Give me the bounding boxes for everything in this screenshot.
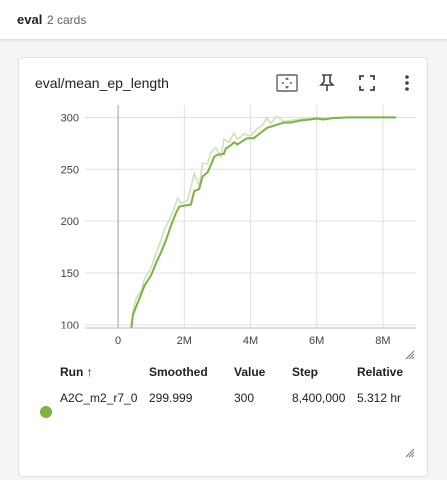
column-header-step[interactable]: Step	[292, 365, 318, 379]
raw-series-line	[130, 115, 397, 328]
smoothed-value: 299.999	[149, 391, 193, 405]
card-resize-handle-icon[interactable]	[405, 448, 415, 458]
step-value: 8,400,000	[292, 391, 346, 405]
scalar-card: eval/mean_ep_length 100 150 200 250 300 0 2M 4M…	[18, 57, 428, 477]
line-chart[interactable]: 1001502002503000 2M 4M 6M 8M	[19, 58, 429, 348]
smoothed-series-line	[130, 116, 397, 328]
x-tick-label: 0	[115, 335, 121, 347]
run-color-dot[interactable]	[40, 406, 52, 418]
chart-resize-handle-icon[interactable]	[405, 350, 415, 360]
group-title: eval	[17, 12, 43, 27]
y-tick-label: 150	[61, 268, 79, 280]
run-name: A2C_m2_r7_0	[60, 391, 138, 405]
group-header[interactable]: eval 2 cards	[0, 0, 447, 40]
x-tick-label: 6M	[309, 335, 324, 347]
column-header-relative[interactable]: Relative	[357, 365, 403, 379]
group-card-count: 2 cards	[47, 13, 87, 27]
y-tick-label: 200	[61, 216, 79, 228]
label-mask	[45, 328, 85, 335]
column-header-smoothed[interactable]: Smoothed	[149, 365, 208, 379]
x-tick-label: 4M	[243, 335, 258, 347]
column-header-value[interactable]: Value	[234, 365, 265, 379]
y-tick-label: 250	[61, 164, 79, 176]
x-tick-label: 2M	[177, 335, 192, 347]
relative-time-value: 5.312 hr	[357, 391, 402, 405]
y-tick-label: 300	[61, 112, 79, 124]
column-header-run[interactable]: Run ↑	[60, 365, 93, 379]
x-tick-label: 8M	[375, 335, 390, 347]
raw-value: 300	[234, 391, 255, 405]
